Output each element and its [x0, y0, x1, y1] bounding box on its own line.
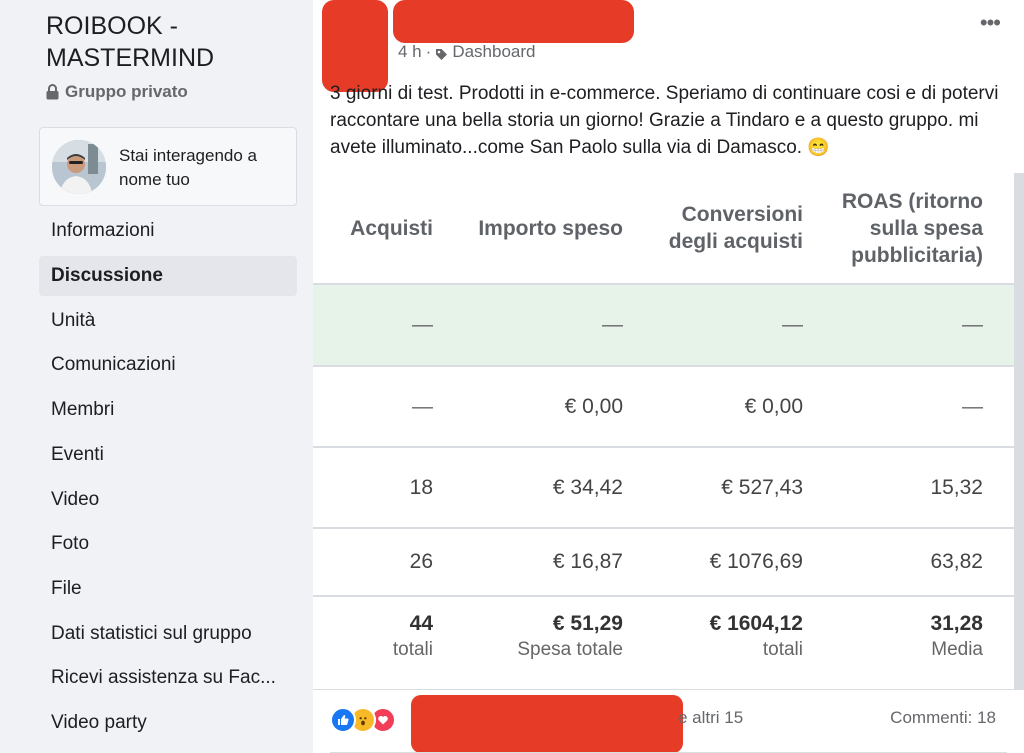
sidebar-item-video-party[interactable]: Video party: [39, 703, 297, 743]
table-row: 18 € 34,42 € 527,43 15,32: [313, 448, 1014, 527]
cell: € 527,43: [721, 475, 803, 499]
post-card: 4 h · Dashboard ••• 3 giorni di test. Pr…: [313, 0, 1024, 753]
meta-separator: ·: [425, 42, 432, 61]
cell: € 0,00: [564, 394, 623, 418]
cell: € 1076,69: [709, 550, 803, 573]
sidebar-item-unita[interactable]: Unità: [39, 301, 297, 341]
sidebar-item-dati-statistici[interactable]: Dati statistici sul gruppo: [39, 614, 297, 654]
comments-count[interactable]: Commenti: 18: [890, 708, 996, 728]
reaction-summary[interactable]: [330, 707, 396, 733]
table-header: Acquisti Importo speso Conversioni degli…: [313, 173, 1014, 283]
redacted-author-avatar: [322, 0, 388, 92]
sidebar-item-video[interactable]: Video: [39, 480, 297, 520]
like-icon: [330, 707, 356, 733]
privacy-indicator: Gruppo privato: [46, 82, 188, 102]
cell: —: [962, 394, 983, 418]
total-label: totali: [392, 639, 433, 660]
cell: € 0,00: [744, 394, 803, 418]
total-value: 44: [409, 612, 433, 635]
table-totals-row: 44 totali € 51,29 Spesa totale € 1604,12…: [313, 597, 1014, 689]
header-roas: ROAS (ritorno sulla spesa pubblicitaria): [841, 189, 983, 267]
lock-icon: [46, 84, 59, 100]
reactions-others-count[interactable]: e altri 15: [678, 708, 743, 728]
cell: 15,32: [930, 475, 983, 499]
cell: 18: [409, 475, 433, 499]
sidebar-item-file[interactable]: File: [39, 569, 297, 609]
total-conversioni: € 1604,12 totali: [653, 611, 803, 663]
header-conversioni: Conversioni degli acquisti: [668, 203, 803, 253]
cell: 26: [409, 550, 433, 573]
redacted-reactors: [411, 695, 683, 753]
sidebar-item-informazioni[interactable]: Informazioni: [39, 211, 297, 251]
sidebar-item-discussione[interactable]: Discussione: [39, 256, 297, 296]
cell: —: [602, 313, 623, 336]
post-image-results-table[interactable]: Acquisti Importo speso Conversioni degli…: [313, 173, 1024, 690]
grin-emoji: 😁: [807, 137, 830, 157]
total-label: Media: [931, 639, 983, 660]
table-row: 26 € 16,87 € 1076,69 63,82: [313, 529, 1014, 595]
identity-text: Stai interagendo a nome tuo: [119, 146, 257, 189]
cell: —: [412, 313, 433, 336]
cell: 63,82: [930, 550, 983, 573]
cell: —: [962, 313, 983, 336]
header-importo-speso: Importo speso: [478, 216, 623, 240]
sidebar-item-membri[interactable]: Membri: [39, 390, 297, 430]
cell: € 16,87: [552, 550, 623, 573]
redacted-author-name: [393, 0, 634, 43]
post-meta: 4 h · Dashboard: [398, 42, 535, 62]
table-row: — € 0,00 € 0,00 —: [313, 367, 1014, 446]
cell: —: [412, 394, 433, 418]
total-acquisti: 44 totali: [313, 611, 433, 663]
table-row: — — — —: [313, 285, 1014, 365]
cell: —: [782, 313, 803, 336]
more-options-icon[interactable]: •••: [980, 10, 1001, 36]
group-sidebar: ROIBOOK - MASTERMIND Gruppo privato Stai…: [0, 0, 313, 753]
sidebar-item-foto[interactable]: Foto: [39, 524, 297, 564]
group-title[interactable]: ROIBOOK - MASTERMIND: [46, 10, 296, 74]
sidebar-item-comunicazioni[interactable]: Comunicazioni: [39, 345, 297, 385]
cell: € 34,42: [552, 475, 623, 499]
privacy-label: Gruppo privato: [65, 82, 188, 101]
total-importo: € 51,29 Spesa totale: [453, 611, 623, 663]
total-label: Spesa totale: [517, 639, 623, 660]
identity-switcher[interactable]: Stai interagendo a nome tuo: [39, 127, 297, 206]
post-body: 3 giorni di test. Prodotti in e-commerce…: [330, 83, 999, 158]
post-text: 3 giorni di test. Prodotti in e-commerce…: [330, 80, 1010, 161]
post-footer: e altri 15 Commenti: 18: [313, 690, 1024, 753]
post-topic[interactable]: Dashboard: [452, 42, 535, 62]
total-roas: 31,28 Media: [818, 611, 983, 663]
total-value: € 1604,12: [709, 612, 803, 635]
total-label: totali: [762, 639, 803, 660]
tag-icon: [435, 46, 448, 60]
total-value: € 51,29: [552, 612, 623, 635]
header-acquisti: Acquisti: [350, 216, 433, 240]
avatar: [52, 140, 106, 194]
sidebar-item-eventi[interactable]: Eventi: [39, 435, 297, 475]
total-value: 31,28: [930, 612, 983, 635]
post-time[interactable]: 4 h: [398, 42, 422, 62]
sidebar-item-assistenza[interactable]: Ricevi assistenza su Fac...: [39, 658, 297, 698]
